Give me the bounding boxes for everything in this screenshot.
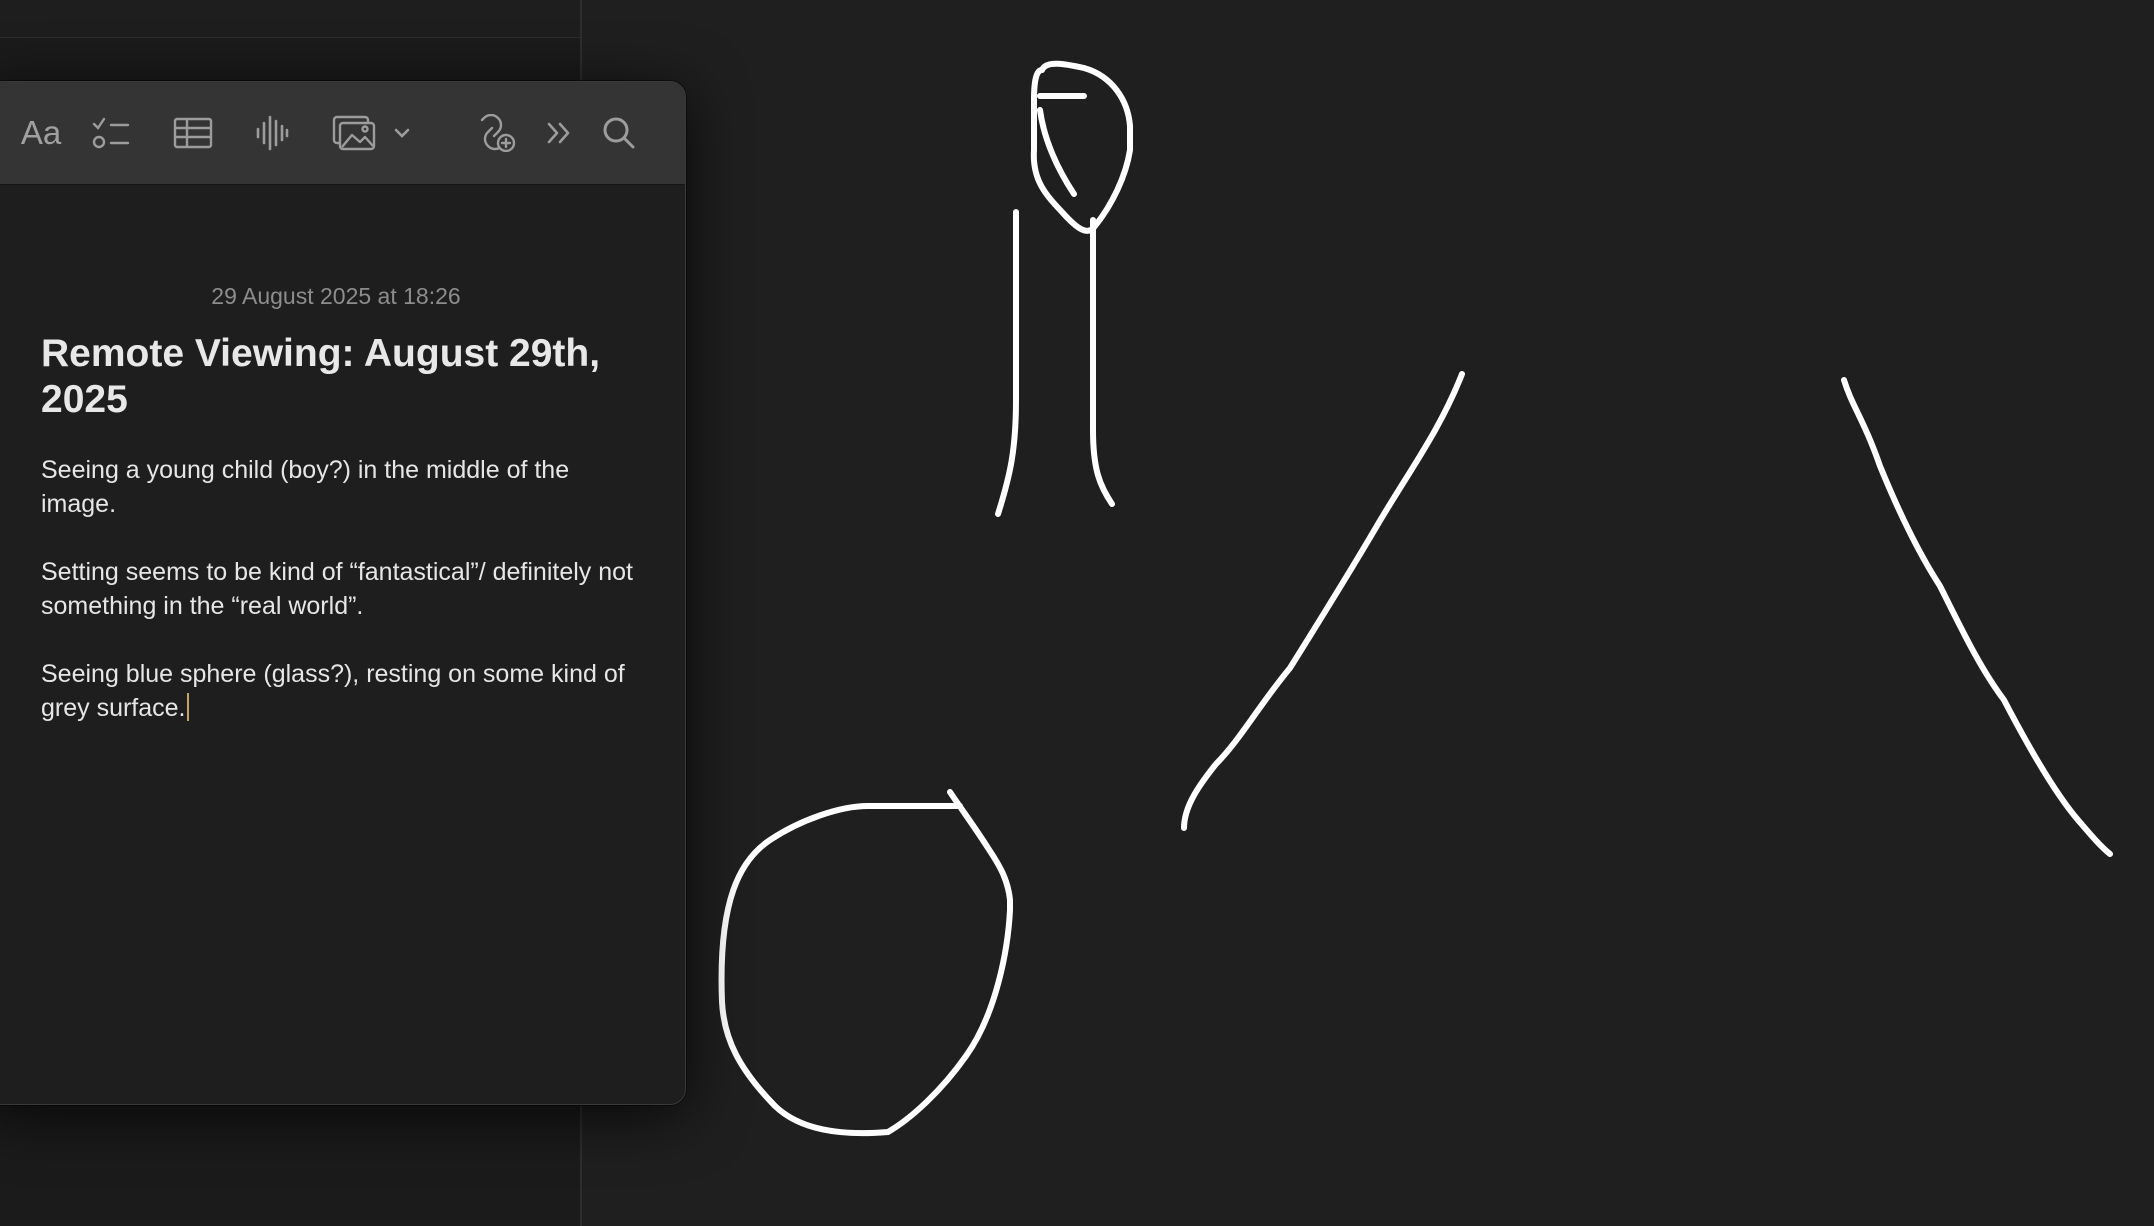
checklist-icon xyxy=(92,117,130,149)
note-paragraph-text: Seeing blue sphere (glass?), resting on … xyxy=(41,660,625,722)
more-button[interactable] xyxy=(539,106,579,160)
note-title[interactable]: Remote Viewing: August 29th, 2025 xyxy=(41,331,641,423)
table-icon xyxy=(173,117,213,149)
note-paragraph[interactable]: Seeing a young child (boy?) in the middl… xyxy=(41,453,641,521)
drawing-stroke-body-right xyxy=(1090,217,1115,507)
notes-window: Aa 29 August 2025 at 18:26 Remote Viewin… xyxy=(0,81,686,1105)
note-date: 29 August 2025 at 18:26 xyxy=(211,283,461,309)
drawing-stroke-sphere xyxy=(718,789,1013,1137)
collaborate-icon xyxy=(480,114,516,152)
table-button[interactable] xyxy=(167,106,219,160)
drawing-stroke-slope-right xyxy=(1841,377,2113,857)
drawing-stroke-head-mark xyxy=(1037,93,1087,197)
checklist-button[interactable] xyxy=(85,106,137,160)
more-icon xyxy=(547,122,570,144)
collaborate-button[interactable] xyxy=(471,106,521,160)
note-paragraph[interactable]: Seeing blue sphere (glass?), resting on … xyxy=(41,657,641,725)
media-icon xyxy=(332,115,376,151)
drawing-stroke-body-left xyxy=(995,209,1019,517)
note-paragraph[interactable]: Setting seems to be kind of “fantastical… xyxy=(41,555,641,623)
format-text-label: Aa xyxy=(20,114,62,151)
format-text-button[interactable]: Aa xyxy=(9,106,73,160)
search-icon xyxy=(603,117,635,149)
audio-waveform-icon xyxy=(256,115,289,151)
audio-button[interactable] xyxy=(249,106,295,160)
media-button[interactable] xyxy=(325,106,419,160)
notes-toolbar: Aa xyxy=(0,82,685,185)
search-button[interactable] xyxy=(597,106,641,160)
note-editor[interactable]: 29 August 2025 at 18:26 Remote Viewing: … xyxy=(0,185,685,1104)
drawing-stroke-slope-left xyxy=(1181,371,1465,831)
text-cursor xyxy=(186,693,189,721)
chevron-down-icon xyxy=(394,128,410,138)
